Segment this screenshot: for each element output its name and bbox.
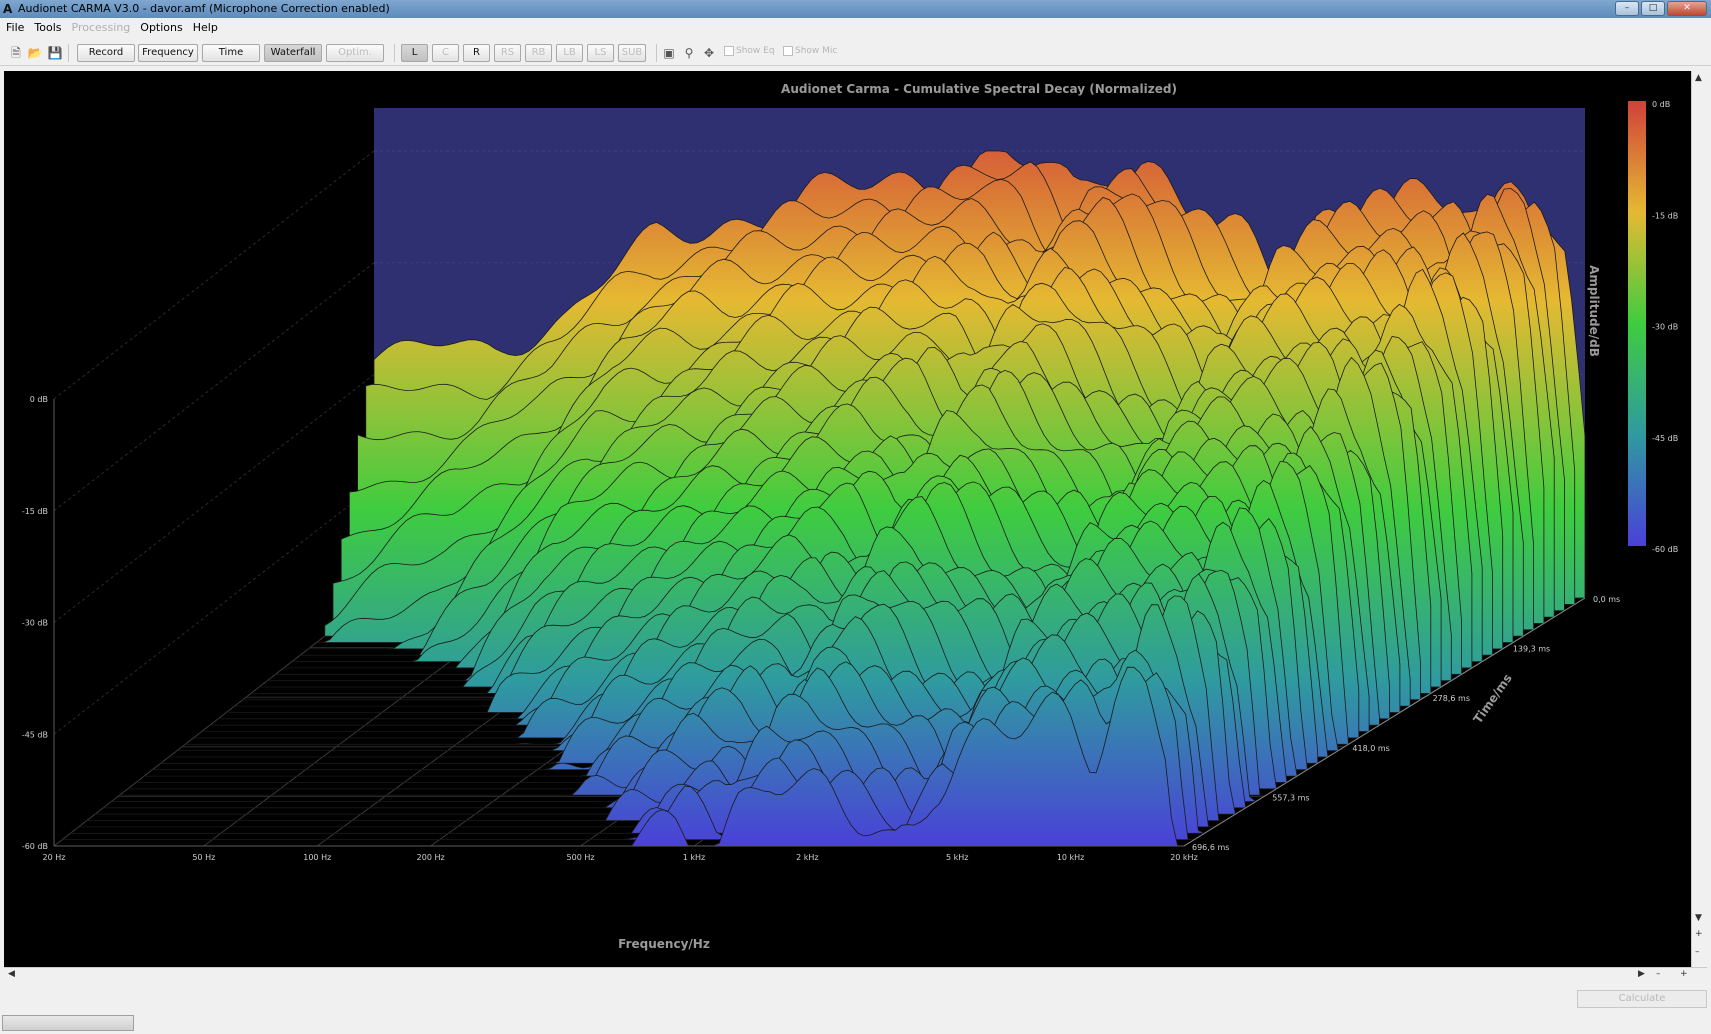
channel-c-button[interactable]: C — [432, 44, 459, 62]
x-tick-label: 200 Hz — [417, 853, 445, 862]
y-tick-label: -45 dB — [22, 730, 48, 739]
y-tick-label: 0 dB — [30, 395, 48, 404]
scroll-up-arrow-icon[interactable]: ▲ — [1695, 73, 1702, 83]
channel-sub-button[interactable]: SUB — [618, 44, 646, 62]
app-window: A Audionet CARMA V3.0 - davor.amf (Micro… — [0, 0, 1711, 1034]
app-logo-icon: A — [3, 2, 13, 16]
record-button[interactable]: Record — [77, 44, 135, 62]
color-scale-label: -30 dB — [1652, 323, 1678, 332]
minimize-button[interactable]: – — [1615, 1, 1639, 16]
channel-l-button[interactable]: L — [401, 44, 428, 62]
title-bar: A Audionet CARMA V3.0 - davor.amf (Micro… — [0, 0, 1711, 18]
scroll-left-arrow-icon[interactable]: ◀ — [8, 969, 15, 979]
waterfall-plot-area[interactable]: 20 Hz 50 Hz 100 Hz 200 Hz 500 Hz 1 kHz 2 kHz 5 … — [4, 71, 1691, 967]
show-mic-label: Show Mic — [795, 46, 838, 56]
y-tick-label: -30 dB — [22, 619, 48, 628]
color-scale-label: -60 dB — [1652, 545, 1678, 554]
window-icon[interactable]: ▣ — [661, 45, 677, 61]
time-axis-label: Time/ms — [1471, 671, 1515, 726]
time-button[interactable]: Time — [202, 44, 260, 62]
x-tick-label: 20 kHz — [1170, 853, 1198, 862]
calculate-button[interactable]: Calculate — [1577, 990, 1707, 1008]
x-tick-label: 1 kHz — [683, 853, 705, 862]
y-tick-label: -60 dB — [22, 842, 48, 851]
show-eq-checkbox[interactable]: Show Eq — [724, 46, 775, 56]
x-axis-label: Frequency/Hz — [618, 937, 710, 951]
toolbar-separator — [394, 44, 395, 62]
show-mic-checkbox[interactable]: Show Mic — [783, 46, 837, 56]
channel-rs-button[interactable]: RS — [494, 44, 521, 62]
time-tick-label: 139,3 ms — [1513, 645, 1550, 654]
pan-icon[interactable]: ✥ — [701, 45, 717, 61]
show-mic-box[interactable] — [783, 46, 793, 56]
x-tick-label: 50 Hz — [192, 853, 215, 862]
save-icon[interactable]: 💾 — [47, 45, 63, 61]
window-title: Audionet CARMA V3.0 - davor.amf (Microph… — [18, 2, 390, 15]
color-scale-labels: 0 dB -15 dB -30 dB -45 dB -60 dB — [1652, 100, 1678, 554]
time-tick-label: 278,6 ms — [1433, 694, 1470, 703]
toolbar-separator — [68, 44, 69, 62]
amplitude-grid-line — [53, 150, 375, 400]
vertical-scrollbar[interactable]: ▲ ▼ + – — [1691, 71, 1707, 967]
open-folder-icon[interactable]: 📂 — [27, 45, 43, 61]
show-eq-box[interactable] — [724, 46, 734, 56]
x-tick-label: 10 kHz — [1057, 853, 1085, 862]
menu-file[interactable]: File — [6, 21, 24, 34]
amplitude-grid-line — [53, 374, 375, 623]
time-tick-label: 0,0 ms — [1593, 595, 1620, 604]
zoom-icon[interactable]: ⚲ — [681, 45, 697, 61]
amplitude-grid-line — [53, 262, 375, 512]
menu-bar: File Tools Processing Options Help — [0, 18, 1711, 37]
toolbar: 🗎 📂 💾 Record Frequency Time Waterfall Op… — [0, 40, 1711, 66]
channel-rb-button[interactable]: RB — [525, 44, 552, 62]
y-axis-label: Amplitude/dB — [1587, 265, 1601, 357]
color-scale-label: -15 dB — [1652, 211, 1678, 220]
time-tick-label: 696,6 ms — [1192, 843, 1229, 852]
x-tick-label: 100 Hz — [303, 853, 331, 862]
channel-r-button[interactable]: R — [463, 44, 490, 62]
y-tick-label: -15 dB — [22, 507, 48, 516]
close-button[interactable]: ✕ — [1667, 1, 1707, 16]
show-eq-label: Show Eq — [736, 46, 775, 56]
chart-title: Audionet Carma - Cumulative Spectral Dec… — [781, 82, 1177, 96]
scroll-right-arrow-icon[interactable]: ▶ — [1638, 969, 1645, 979]
new-file-icon[interactable]: 🗎 — [8, 45, 24, 61]
x-tick-label: 2 kHz — [796, 853, 818, 862]
waterfall-button[interactable]: Waterfall — [264, 44, 322, 62]
color-scale-label: -45 dB — [1652, 434, 1678, 443]
zoom-in-icon[interactable]: + — [1695, 929, 1703, 939]
color-scale-bar — [1628, 101, 1646, 546]
optimize-button[interactable]: Optim. — [326, 44, 384, 62]
frequency-button[interactable]: Frequency — [138, 44, 198, 62]
scroll-down-arrow-icon[interactable]: ▼ — [1695, 913, 1702, 923]
menu-options[interactable]: Options — [140, 21, 182, 34]
maximize-button[interactable]: □ — [1641, 1, 1665, 16]
zoom-out-icon[interactable]: – — [1695, 947, 1700, 957]
h-zoom-in-icon[interactable]: + — [1680, 969, 1688, 979]
x-tick-label: 20 Hz — [43, 853, 66, 862]
color-scale-label: 0 dB — [1652, 100, 1670, 109]
toolbar-separator — [656, 44, 657, 62]
time-tick-label: 418,0 ms — [1352, 744, 1389, 753]
menu-help[interactable]: Help — [193, 21, 218, 34]
channel-lb-button[interactable]: LB — [556, 44, 583, 62]
status-area: Calculate — [0, 981, 1711, 1034]
channel-ls-button[interactable]: LS — [587, 44, 614, 62]
menu-tools[interactable]: Tools — [34, 21, 61, 34]
waterfall-chart: 20 Hz 50 Hz 100 Hz 200 Hz 500 Hz 1 kHz 2 kHz 5 … — [22, 82, 1678, 951]
x-tick-label: 500 Hz — [567, 853, 595, 862]
x-tick-label: 5 kHz — [946, 853, 968, 862]
decay-slices — [54, 150, 1586, 847]
menu-processing[interactable]: Processing — [72, 21, 131, 34]
horizontal-scrollbar[interactable]: ◀ ▶ – + — [4, 967, 1707, 981]
h-zoom-out-icon[interactable]: – — [1656, 969, 1661, 979]
progress-bar — [2, 1015, 134, 1031]
time-tick-label: 557,3 ms — [1272, 793, 1309, 802]
